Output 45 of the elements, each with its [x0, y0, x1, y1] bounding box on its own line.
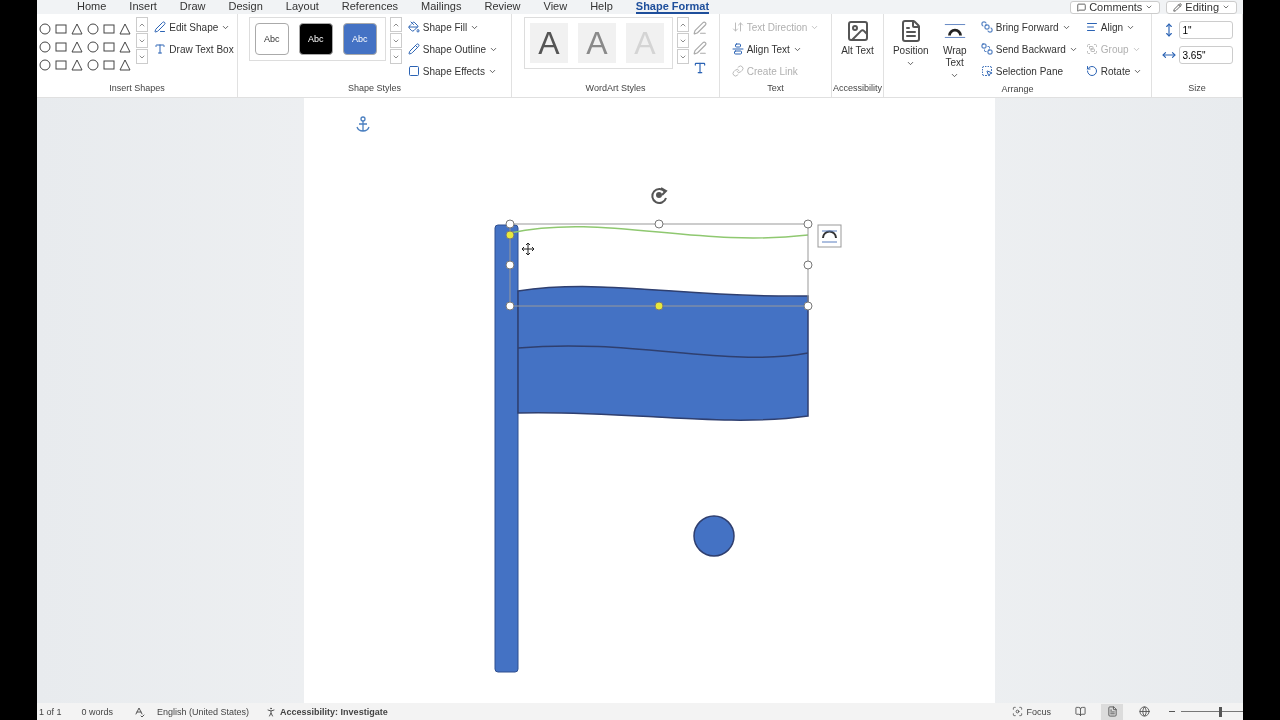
focus-button[interactable]: Focus: [1026, 706, 1051, 717]
group-label: Arrange: [1001, 83, 1034, 96]
word-count: 0 words: [81, 706, 114, 717]
size-field[interactable]: 3.65": [1178, 46, 1233, 64]
group-label: Size: [1188, 82, 1206, 95]
wordart-style[interactable]: A: [530, 23, 568, 63]
command-button[interactable]: Selection Pane: [978, 61, 1080, 81]
ribbon-tab[interactable]: View: [543, 0, 568, 14]
language-label[interactable]: English (United States): [157, 706, 250, 717]
style-swatch[interactable]: Abc: [298, 23, 333, 55]
style-gallery[interactable]: Abc Abc Abc: [248, 17, 386, 61]
alt-text-button[interactable]: Alt Text: [837, 17, 878, 59]
command-button[interactable]: Shape Effects: [405, 61, 501, 81]
command-button[interactable]: Align: [1083, 17, 1145, 37]
wrap-text-button[interactable]: Wrap Text: [934, 17, 975, 82]
ribbon-tab[interactable]: Draw: [179, 0, 206, 14]
size-field[interactable]: 1": [1178, 21, 1233, 39]
command-button[interactable]: Send Backward: [978, 39, 1080, 59]
ribbon-tab[interactable]: References: [341, 0, 399, 14]
ribbon-tab[interactable]: Design: [228, 0, 263, 14]
command-button[interactable]: Align Text: [729, 39, 822, 59]
group-label: Shape Styles: [347, 82, 401, 95]
command-button[interactable]: Shape Outline: [405, 39, 501, 59]
style-swatch[interactable]: Abc: [342, 23, 377, 55]
ribbon-tab[interactable]: Review: [484, 0, 521, 14]
accessibility-status[interactable]: Accessibility: Investigate: [280, 706, 388, 717]
ribbon-tab[interactable]: Help: [590, 0, 613, 14]
command-button[interactable]: Edit Shape: [152, 17, 236, 37]
command-button[interactable]: Bring Forward: [978, 17, 1080, 37]
editing-button[interactable]: Editing: [1166, 0, 1237, 14]
page-count: 1 of 1: [39, 706, 62, 717]
ribbon-tab[interactable]: Mailings: [421, 0, 462, 14]
group-label: Insert Shapes: [109, 82, 165, 95]
comments-button[interactable]: Comments: [1070, 0, 1161, 14]
group-label: Accessibility: [833, 82, 882, 95]
group-label: WordArt Styles: [585, 82, 646, 95]
ribbon-tab[interactable]: Home: [77, 0, 107, 14]
group-label: Text: [767, 82, 784, 95]
ribbon-tab[interactable]: Layout: [285, 0, 319, 14]
command-button[interactable]: Shape Fill: [405, 17, 501, 37]
ribbon-tab[interactable]: Insert: [129, 0, 157, 14]
command-button[interactable]: Draw Text Box: [152, 39, 236, 59]
style-swatch[interactable]: Abc: [254, 23, 289, 55]
position-button[interactable]: Position: [890, 17, 931, 70]
command-button[interactable]: Rotate: [1083, 61, 1145, 81]
